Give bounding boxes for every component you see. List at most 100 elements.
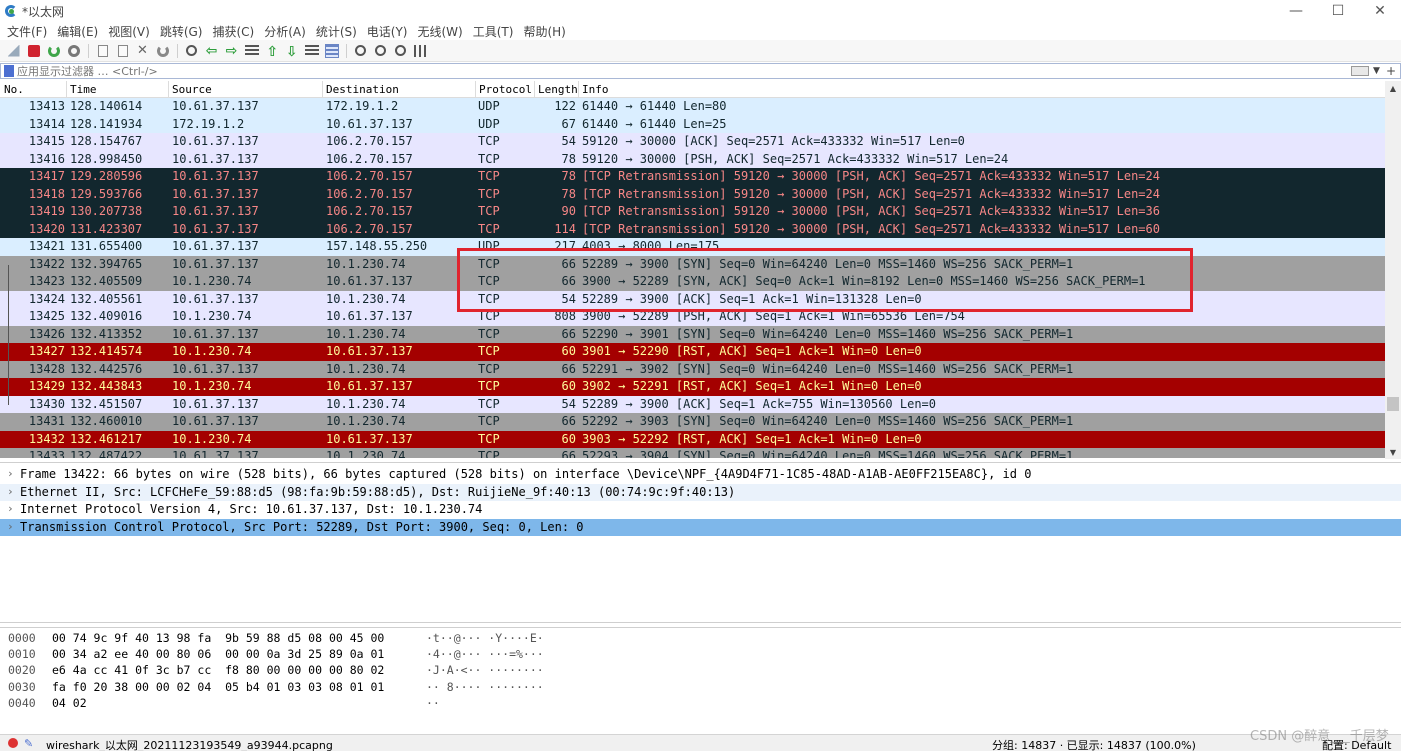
minimize-button[interactable]: —: [1275, 0, 1317, 22]
add-filter-button[interactable]: +: [1386, 64, 1396, 78]
column-divider[interactable]: [66, 81, 67, 98]
menu-telephony[interactable]: 电话(Y): [362, 23, 413, 40]
menu-analyze[interactable]: 分析(A): [259, 23, 311, 40]
packet-length: 78: [561, 169, 576, 183]
go-back-button[interactable]: ⇦: [202, 42, 221, 60]
packet-row[interactable]: 13429 132.443843 10.1.230.74 10.61.37.137 TC…: [0, 378, 1385, 396]
start-capture-button[interactable]: [4, 42, 23, 60]
go-to-packet-button[interactable]: [242, 42, 261, 60]
packet-info: [TCP Retransmission] 59120 → 30000 [PSH,…: [582, 204, 1160, 218]
go-forward-button[interactable]: ⇨: [222, 42, 241, 60]
colorize-button[interactable]: [322, 42, 341, 60]
stop-capture-button[interactable]: [24, 42, 43, 60]
zoom-in-button[interactable]: [351, 42, 370, 60]
packet-bytes-pane[interactable]: 0000 00 74 9c 9f 40 13 98 fa 9b 59 88 d5 …: [0, 627, 1401, 732]
packet-details-pane[interactable]: › Frame 13422: 66 bytes on wire (528 bits…: [0, 462, 1401, 623]
menu-wireless[interactable]: 无线(W): [413, 23, 468, 40]
packet-time: 132.413352: [70, 326, 143, 341]
detail-tree-row[interactable]: › Frame 13422: 66 bytes on wire (528 bits…: [0, 466, 1401, 484]
packet-protocol: TCP: [478, 151, 500, 166]
menu-statistics[interactable]: 统计(S): [311, 23, 362, 40]
hex-dump-row[interactable]: 0000 00 74 9c 9f 40 13 98 fa 9b 59 88 d5 …: [0, 631, 1401, 647]
packet-row[interactable]: 13418 129.593766 10.61.37.137 106.2.70.157 T…: [0, 185, 1385, 203]
menu-capture[interactable]: 捕获(C): [207, 23, 259, 40]
capture-comment-icon[interactable]: ✎: [24, 737, 33, 750]
column-time[interactable]: Time: [70, 83, 97, 96]
scroll-down-icon[interactable]: ▼: [1385, 445, 1401, 459]
packet-row[interactable]: 13420 131.423307 10.61.37.137 106.2.70.157 T…: [0, 220, 1385, 238]
column-source[interactable]: Source: [172, 83, 212, 96]
menu-help[interactable]: 帮助(H): [518, 23, 570, 40]
reload-file-button[interactable]: [153, 42, 172, 60]
menu-file[interactable]: 文件(F): [2, 23, 52, 40]
detail-tree-row[interactable]: › Transmission Control Protocol, Src Port…: [0, 518, 1401, 536]
close-file-button[interactable]: ✕: [133, 42, 152, 60]
scroll-up-icon[interactable]: ▲: [1385, 81, 1401, 95]
packet-row[interactable]: 13416 128.998450 10.61.37.137 106.2.70.157 T…: [0, 150, 1385, 168]
packet-row[interactable]: 13413 128.140614 10.61.37.137 172.19.1.2 UDP…: [0, 98, 1385, 116]
column-length[interactable]: Length: [538, 83, 578, 96]
auto-scroll-button[interactable]: [302, 42, 321, 60]
packet-row[interactable]: 13417 129.280596 10.61.37.137 106.2.70.157 T…: [0, 168, 1385, 186]
packet-row[interactable]: 13432 132.461217 10.1.230.74 10.61.37.137 TC…: [0, 430, 1385, 448]
packet-destination: 10.61.37.137: [326, 431, 413, 446]
scrollbar-thumb[interactable]: [1387, 397, 1399, 411]
go-first-packet-button[interactable]: ⇦: [262, 42, 281, 60]
expand-chevron-icon[interactable]: ›: [7, 520, 14, 533]
packet-list-scrollbar[interactable]: ▲ ▼: [1385, 81, 1401, 459]
packet-row[interactable]: 13428 132.442576 10.61.37.137 10.1.230.74 TC…: [0, 360, 1385, 378]
expert-info-icon[interactable]: [8, 738, 18, 748]
packet-row[interactable]: 13419 130.207738 10.61.37.137 106.2.70.157 T…: [0, 203, 1385, 221]
save-file-button[interactable]: [113, 42, 132, 60]
hex-dump-row[interactable]: 0010 00 34 a2 ee 40 00 80 06 00 00 0a 3d …: [0, 647, 1401, 663]
column-divider[interactable]: [534, 81, 535, 98]
expand-chevron-icon[interactable]: ›: [7, 467, 14, 480]
packet-row[interactable]: 13430 132.451507 10.61.37.137 10.1.230.74 TC…: [0, 395, 1385, 413]
detail-tree-row[interactable]: › Ethernet II, Src: LCFCHeFe_59:88:d5 (98…: [0, 483, 1401, 501]
column-divider[interactable]: [322, 81, 323, 98]
column-protocol[interactable]: Protocol: [479, 83, 532, 96]
expand-chevron-icon[interactable]: ›: [7, 485, 14, 498]
find-packet-button[interactable]: [182, 42, 201, 60]
zoom-out-button[interactable]: [371, 42, 390, 60]
packet-row[interactable]: 13414 128.141934 172.19.1.2 10.61.37.137 UDP…: [0, 115, 1385, 133]
packet-row[interactable]: 13415 128.154767 10.61.37.137 106.2.70.157 T…: [0, 133, 1385, 151]
zoom-reset-button[interactable]: [391, 42, 410, 60]
column-info[interactable]: Info: [582, 83, 609, 96]
close-button[interactable]: ✕: [1359, 0, 1401, 22]
title-bar: *以太网 — ☐ ✕: [0, 0, 1401, 22]
open-file-button[interactable]: [93, 42, 112, 60]
menu-tools[interactable]: 工具(T): [468, 23, 519, 40]
hex-dump-row[interactable]: 0040 04 02 ··: [0, 696, 1401, 712]
ascii-bytes: ·t··@··· ·Y····E·: [426, 631, 544, 645]
save-icon: [117, 44, 128, 57]
capture-options-button[interactable]: [64, 42, 83, 60]
maximize-button[interactable]: ☐: [1317, 0, 1359, 22]
go-last-packet-button[interactable]: ⇦: [282, 42, 301, 60]
packet-source: 10.61.37.137: [172, 239, 259, 253]
restart-capture-button[interactable]: [44, 42, 63, 60]
apply-filter-button[interactable]: [1351, 66, 1370, 76]
detail-tree-row[interactable]: › Internet Protocol Version 4, Src: 10.61…: [0, 501, 1401, 519]
packet-stats: 分组: 14837 · 已显示: 14837 (100.0%): [992, 739, 1196, 751]
hex-dump-row[interactable]: 0030 fa f0 20 38 00 00 02 04 05 b4 01 03 …: [0, 680, 1401, 696]
menu-edit[interactable]: 编辑(E): [52, 23, 103, 40]
column-destination[interactable]: Destination: [326, 83, 399, 96]
column-divider[interactable]: [475, 81, 476, 98]
menu-view[interactable]: 视图(V): [103, 23, 155, 40]
column-divider[interactable]: [578, 81, 579, 98]
bookmark-icon[interactable]: [4, 65, 14, 77]
chevron-down-icon[interactable]: ▼: [1373, 66, 1380, 76]
column-divider[interactable]: [168, 81, 169, 98]
packet-row[interactable]: 13433 132.487422 10.61.37.137 10.1.230.74 TC…: [0, 448, 1385, 458]
packet-row[interactable]: 13431 132.460010 10.61.37.137 10.1.230.74 TC…: [0, 413, 1385, 431]
packet-row[interactable]: 13426 132.413352 10.61.37.137 10.1.230.74 TC…: [0, 325, 1385, 343]
resize-columns-button[interactable]: [411, 42, 430, 60]
expand-chevron-icon[interactable]: ›: [7, 502, 14, 515]
packet-row[interactable]: 13427 132.414574 10.1.230.74 10.61.37.137 TC…: [0, 343, 1385, 361]
packet-protocol: TCP: [478, 326, 500, 341]
hex-dump-row[interactable]: 0020 e6 4a cc 41 0f 3c b7 cc f8 80 00 00 …: [0, 663, 1401, 679]
menu-go[interactable]: 跳转(G): [155, 23, 208, 40]
column-no[interactable]: No.: [4, 83, 24, 96]
display-filter-input[interactable]: [17, 64, 1352, 78]
